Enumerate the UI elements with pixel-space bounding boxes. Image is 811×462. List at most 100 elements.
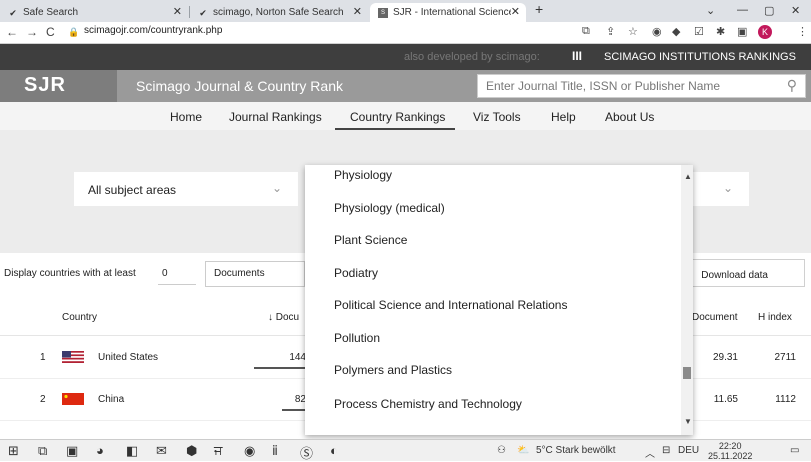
institutions-link[interactable]: SCIMAGO INSTITUTIONS RANKINGS [604,51,796,63]
dropdown-option[interactable]: Podiatry [334,266,378,280]
clock-time: 22:20 [718,441,742,451]
row-country[interactable]: China [98,394,124,405]
windows-start-icon[interactable]: ⊞ [8,443,19,459]
app-icon[interactable]: Ⓢ [300,443,313,462]
address-bar: ← → C 🔒 scimagojr.com/countryrank.php ⧉ … [0,22,811,44]
app-icon[interactable]: ▣ [66,443,78,459]
check-box-icon[interactable]: ☑ [694,25,704,38]
chrome-icon[interactable]: ◉ [244,443,255,459]
clock-date: 25.11.2022 [708,451,753,461]
profile-avatar[interactable]: K [758,25,772,39]
header-citations-per-document[interactable]: Document [692,312,738,323]
network-icon[interactable]: ⊟ [662,445,670,456]
nav-viz-tools[interactable]: Viz Tools [473,110,521,124]
close-window-icon[interactable]: ✕ [791,4,800,17]
minimize-icon[interactable]: — [737,4,748,16]
dropdown-option[interactable]: Plant Science [334,233,407,247]
row-citations-per-document: 29.31 [712,352,738,363]
subject-area-select[interactable]: All subject areas ⌄ [74,172,298,206]
extension-icon[interactable]: ◉ [652,25,662,38]
metric-select[interactable]: Documents [205,261,305,287]
display-label: Display countries with at least [4,268,136,279]
dropdown-option[interactable]: Physiology [334,168,392,182]
header-documents[interactable]: ↓ Docu [268,312,299,323]
browser-app-icon[interactable]: ◕ [96,443,104,458]
row-country[interactable]: United States [98,352,158,363]
reload-icon[interactable]: C [46,25,55,39]
header-country[interactable]: Country [62,312,97,323]
check-icon: ✔ [9,7,17,18]
subject-category-select[interactable]: ⌄ [693,172,749,206]
dropdown-option[interactable]: Polymers and Plastics [334,363,452,377]
tab-norton-search[interactable]: ✔ scimago, Norton Safe Search ✕ [190,3,368,22]
dropdown-option[interactable]: Physiology (medical) [334,201,445,215]
share-icon[interactable]: ⇪ [606,25,615,38]
shield-icon[interactable]: ⬢ [186,443,197,459]
subject-area-dropdown-list: Physiology Physiology (medical) Plant Sc… [305,165,693,435]
close-tab-icon[interactable]: ✕ [353,5,362,18]
dropdown-option[interactable]: Pollution [334,331,380,345]
dropdown-option[interactable]: Process Chemistry and Technology [334,397,522,411]
people-icon[interactable]: ⚇ [497,445,506,456]
language-indicator[interactable]: DEU [678,445,699,456]
search-icon[interactable]: ⚲ [787,77,797,94]
clock[interactable]: 22:20 25.11.2022 [708,441,752,461]
scrollbar-thumb[interactable] [683,367,691,379]
dropdown-scrollbar[interactable] [681,165,693,435]
tab-sjr[interactable]: S SJR - International Science Rank ✕ [370,3,526,22]
weather-text[interactable]: 5°C Stark bewölkt [536,445,616,456]
sjr-logo[interactable]: SJR [0,70,117,102]
row-citations-per-document: 11.65 [713,394,738,405]
url-field[interactable]: scimagojr.com/countryrank.php [84,25,222,36]
task-view-icon[interactable]: ⧉ [38,443,47,459]
app-icon[interactable]: ⅱ [272,443,278,459]
forward-arrow-icon[interactable]: → [26,25,38,39]
row-rank: 2 [40,394,46,405]
tab-title: SJR - International Science Rank [393,7,511,18]
app-icon[interactable]: ਜ [214,443,223,459]
min-documents-input[interactable]: 0 [158,263,196,285]
search-input[interactable]: Enter Journal Title, ISSN or Publisher N… [477,74,806,98]
sidebar-icon[interactable]: ▣ [737,25,747,38]
back-arrow-icon[interactable]: ← [6,25,18,39]
notification-icon[interactable]: ▭ [790,445,799,456]
nav-about-us[interactable]: About Us [605,110,654,124]
row-rank: 1 [40,352,46,363]
download-label: Download data [701,270,768,281]
subject-area-value: All subject areas [88,183,177,197]
chevron-down-icon: ⌄ [271,181,282,195]
dropdown-option[interactable]: Political Science and International Rela… [334,298,567,312]
nav-help[interactable]: Help [551,110,576,124]
close-tab-icon[interactable]: ✕ [511,5,520,18]
nav-country-rankings[interactable]: Country Rankings [350,110,445,124]
translate-icon[interactable]: ⧉ [582,25,590,38]
menu-kebab-icon[interactable]: ⋮ [797,25,808,38]
scroll-up-arrow-icon[interactable]: ▲ [684,172,692,181]
extension-icon[interactable]: ◆ [672,25,680,38]
puzzle-icon[interactable]: ✱ [716,25,725,38]
scimago-top-strip: also developed by scimago: III SCIMAGO I… [0,44,811,70]
nav-journal-rankings[interactable]: Journal Rankings [229,110,322,124]
bookmark-star-icon[interactable]: ☆ [628,25,638,38]
new-tab-button[interactable]: + [535,1,543,17]
lock-icon[interactable]: 🔒 [68,27,79,38]
maximize-icon[interactable]: ▢ [764,4,774,17]
header-h-index[interactable]: H index [758,312,792,323]
site-title[interactable]: Scimago Journal & Country Rank [136,78,343,94]
weather-icon[interactable]: ⛅ [517,445,529,456]
mail-icon[interactable]: ✉ [156,443,167,459]
nav-home[interactable]: Home [170,110,202,124]
scroll-down-arrow-icon[interactable]: ▼ [684,417,692,426]
windows-taskbar: ⊞ ⧉ ▣ ◕ ◧ ✉ ⬢ ਜ ◉ ⅱ Ⓢ ◐ ⚇ ⛅ 5°C Stark be… [0,439,811,461]
chevron-down-icon[interactable]: ⌄ [706,4,715,17]
chrome-icon[interactable]: ◐ [330,443,338,458]
close-tab-icon[interactable]: ✕ [173,5,182,18]
app-icon[interactable]: ◧ [126,443,138,459]
tab-safe-search[interactable]: ✔ Safe Search ✕ [0,3,188,22]
also-developed-text: also developed by scimago: [404,51,540,63]
tray-chevron-up-icon[interactable]: ︿ [645,445,655,460]
institutions-logo[interactable]: III [572,49,582,63]
tab-title: Safe Search [23,7,79,18]
main-nav: Home Journal Rankings Country Rankings V… [0,102,811,130]
china-flag-icon [62,393,84,405]
